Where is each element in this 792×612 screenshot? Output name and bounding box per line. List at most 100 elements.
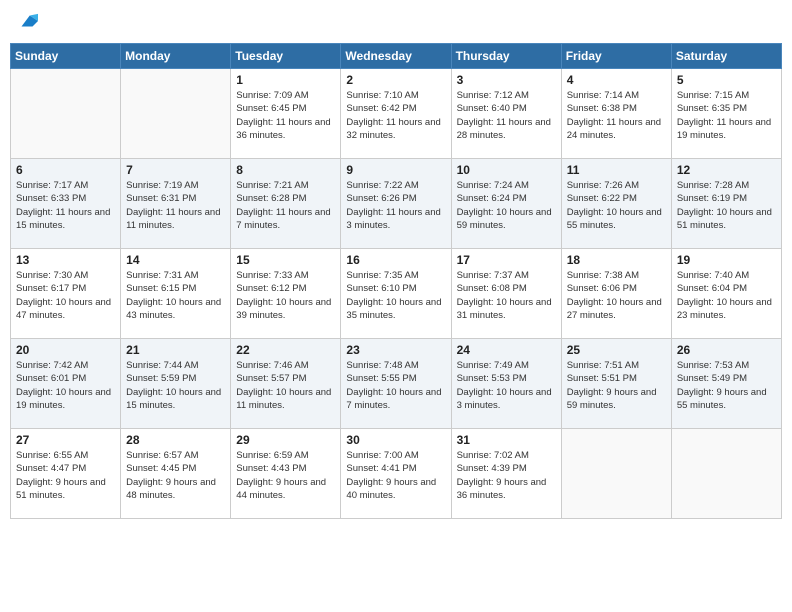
day-number: 22	[236, 343, 335, 357]
day-number: 20	[16, 343, 115, 357]
day-info: Sunrise: 7:42 AMSunset: 6:01 PMDaylight:…	[16, 359, 115, 412]
calendar-day-cell: 4 Sunrise: 7:14 AMSunset: 6:38 PMDaylight…	[561, 69, 671, 159]
day-info: Sunrise: 7:24 AMSunset: 6:24 PMDaylight:…	[457, 179, 556, 232]
day-number: 27	[16, 433, 115, 447]
day-number: 17	[457, 253, 556, 267]
day-number: 2	[346, 73, 445, 87]
day-info: Sunrise: 7:37 AMSunset: 6:08 PMDaylight:…	[457, 269, 556, 322]
calendar-day-cell: 16 Sunrise: 7:35 AMSunset: 6:10 PMDayligh…	[341, 249, 451, 339]
calendar-day-cell: 28 Sunrise: 6:57 AMSunset: 4:45 PMDayligh…	[121, 429, 231, 519]
day-info: Sunrise: 7:49 AMSunset: 5:53 PMDaylight:…	[457, 359, 556, 412]
calendar-day-cell: 23 Sunrise: 7:48 AMSunset: 5:55 PMDayligh…	[341, 339, 451, 429]
day-info: Sunrise: 7:31 AMSunset: 6:15 PMDaylight:…	[126, 269, 225, 322]
calendar-day-cell: 31 Sunrise: 7:02 AMSunset: 4:39 PMDayligh…	[451, 429, 561, 519]
calendar-week-row: 20 Sunrise: 7:42 AMSunset: 6:01 PMDayligh…	[11, 339, 782, 429]
day-number: 3	[457, 73, 556, 87]
day-info: Sunrise: 7:19 AMSunset: 6:31 PMDaylight:…	[126, 179, 225, 232]
day-number: 29	[236, 433, 335, 447]
day-info: Sunrise: 7:48 AMSunset: 5:55 PMDaylight:…	[346, 359, 445, 412]
day-info: Sunrise: 7:46 AMSunset: 5:57 PMDaylight:…	[236, 359, 335, 412]
calendar-day-cell: 10Sunrise: 7:24 AMSunset: 6:24 PMDayligh…	[451, 159, 561, 249]
day-of-week-header: Sunday	[11, 44, 121, 69]
calendar-day-cell: 1 Sunrise: 7:09 AMSunset: 6:45 PMDaylight…	[231, 69, 341, 159]
day-number: 25	[567, 343, 666, 357]
calendar-day-cell: 15 Sunrise: 7:33 AMSunset: 6:12 PMDayligh…	[231, 249, 341, 339]
calendar-table: SundayMondayTuesdayWednesdayThursdayFrid…	[10, 43, 782, 519]
calendar-day-cell: 6Sunrise: 7:17 AMSunset: 6:33 PMDaylight…	[11, 159, 121, 249]
calendar-week-row: 1 Sunrise: 7:09 AMSunset: 6:45 PMDaylight…	[11, 69, 782, 159]
day-number: 9	[346, 163, 445, 177]
calendar-day-cell: 24 Sunrise: 7:49 AMSunset: 5:53 PMDayligh…	[451, 339, 561, 429]
day-number: 12	[677, 163, 776, 177]
day-number: 7	[126, 163, 225, 177]
day-number: 6	[16, 163, 115, 177]
day-info: Sunrise: 7:15 AMSunset: 6:35 PMDaylight:…	[677, 89, 776, 142]
day-info: Sunrise: 7:33 AMSunset: 6:12 PMDaylight:…	[236, 269, 335, 322]
calendar-week-row: 6Sunrise: 7:17 AMSunset: 6:33 PMDaylight…	[11, 159, 782, 249]
calendar-day-cell: 8 Sunrise: 7:21 AMSunset: 6:28 PMDaylight…	[231, 159, 341, 249]
calendar-day-cell: 17 Sunrise: 7:37 AMSunset: 6:08 PMDayligh…	[451, 249, 561, 339]
day-info: Sunrise: 6:57 AMSunset: 4:45 PMDaylight:…	[126, 449, 225, 502]
calendar-day-cell: 12 Sunrise: 7:28 AMSunset: 6:19 PMDayligh…	[671, 159, 781, 249]
page-header	[10, 10, 782, 37]
day-info: Sunrise: 7:28 AMSunset: 6:19 PMDaylight:…	[677, 179, 776, 232]
calendar-day-cell: 29 Sunrise: 6:59 AMSunset: 4:43 PMDayligh…	[231, 429, 341, 519]
day-number: 23	[346, 343, 445, 357]
day-info: Sunrise: 6:59 AMSunset: 4:43 PMDaylight:…	[236, 449, 335, 502]
calendar-day-cell: 27Sunrise: 6:55 AMSunset: 4:47 PMDayligh…	[11, 429, 121, 519]
day-number: 13	[16, 253, 115, 267]
calendar-header-row: SundayMondayTuesdayWednesdayThursdayFrid…	[11, 44, 782, 69]
day-info: Sunrise: 7:00 AMSunset: 4:41 PMDaylight:…	[346, 449, 445, 502]
day-number: 1	[236, 73, 335, 87]
day-info: Sunrise: 7:44 AMSunset: 5:59 PMDaylight:…	[126, 359, 225, 412]
day-number: 30	[346, 433, 445, 447]
day-info: Sunrise: 7:21 AMSunset: 6:28 PMDaylight:…	[236, 179, 335, 232]
day-of-week-header: Monday	[121, 44, 231, 69]
day-info: Sunrise: 7:10 AMSunset: 6:42 PMDaylight:…	[346, 89, 445, 142]
day-of-week-header: Saturday	[671, 44, 781, 69]
calendar-week-row: 27Sunrise: 6:55 AMSunset: 4:47 PMDayligh…	[11, 429, 782, 519]
calendar-week-row: 13 Sunrise: 7:30 AMSunset: 6:17 PMDayligh…	[11, 249, 782, 339]
day-number: 28	[126, 433, 225, 447]
day-number: 16	[346, 253, 445, 267]
calendar-day-cell: 3Sunrise: 7:12 AMSunset: 6:40 PMDaylight…	[451, 69, 561, 159]
day-number: 31	[457, 433, 556, 447]
day-info: Sunrise: 7:53 AMSunset: 5:49 PMDaylight:…	[677, 359, 776, 412]
calendar-day-cell: 22 Sunrise: 7:46 AMSunset: 5:57 PMDayligh…	[231, 339, 341, 429]
day-info: Sunrise: 7:30 AMSunset: 6:17 PMDaylight:…	[16, 269, 115, 322]
day-info: Sunrise: 7:35 AMSunset: 6:10 PMDaylight:…	[346, 269, 445, 322]
day-number: 21	[126, 343, 225, 357]
day-number: 18	[567, 253, 666, 267]
calendar-day-cell: 2 Sunrise: 7:10 AMSunset: 6:42 PMDaylight…	[341, 69, 451, 159]
day-info: Sunrise: 7:09 AMSunset: 6:45 PMDaylight:…	[236, 89, 335, 142]
calendar-day-cell: 18 Sunrise: 7:38 AMSunset: 6:06 PMDayligh…	[561, 249, 671, 339]
calendar-day-cell: 21 Sunrise: 7:44 AMSunset: 5:59 PMDayligh…	[121, 339, 231, 429]
calendar-day-cell: 30 Sunrise: 7:00 AMSunset: 4:41 PMDayligh…	[341, 429, 451, 519]
day-number: 26	[677, 343, 776, 357]
calendar-day-cell	[561, 429, 671, 519]
day-number: 5	[677, 73, 776, 87]
calendar-day-cell: 9 Sunrise: 7:22 AMSunset: 6:26 PMDaylight…	[341, 159, 451, 249]
day-info: Sunrise: 7:51 AMSunset: 5:51 PMDaylight:…	[567, 359, 666, 412]
day-info: Sunrise: 7:02 AMSunset: 4:39 PMDaylight:…	[457, 449, 556, 502]
day-info: Sunrise: 7:22 AMSunset: 6:26 PMDaylight:…	[346, 179, 445, 232]
day-number: 24	[457, 343, 556, 357]
calendar-day-cell: 14Sunrise: 7:31 AMSunset: 6:15 PMDayligh…	[121, 249, 231, 339]
day-number: 11	[567, 163, 666, 177]
calendar-day-cell	[121, 69, 231, 159]
day-number: 19	[677, 253, 776, 267]
calendar-day-cell: 5 Sunrise: 7:15 AMSunset: 6:35 PMDaylight…	[671, 69, 781, 159]
calendar-day-cell: 7 Sunrise: 7:19 AMSunset: 6:31 PMDaylight…	[121, 159, 231, 249]
day-number: 4	[567, 73, 666, 87]
day-info: Sunrise: 7:38 AMSunset: 6:06 PMDaylight:…	[567, 269, 666, 322]
calendar-day-cell: 11 Sunrise: 7:26 AMSunset: 6:22 PMDayligh…	[561, 159, 671, 249]
day-info: Sunrise: 7:14 AMSunset: 6:38 PMDaylight:…	[567, 89, 666, 142]
day-of-week-header: Thursday	[451, 44, 561, 69]
calendar-day-cell: 13 Sunrise: 7:30 AMSunset: 6:17 PMDayligh…	[11, 249, 121, 339]
calendar-day-cell	[11, 69, 121, 159]
day-of-week-header: Friday	[561, 44, 671, 69]
day-number: 15	[236, 253, 335, 267]
calendar-day-cell	[671, 429, 781, 519]
day-number: 8	[236, 163, 335, 177]
day-info: Sunrise: 7:26 AMSunset: 6:22 PMDaylight:…	[567, 179, 666, 232]
